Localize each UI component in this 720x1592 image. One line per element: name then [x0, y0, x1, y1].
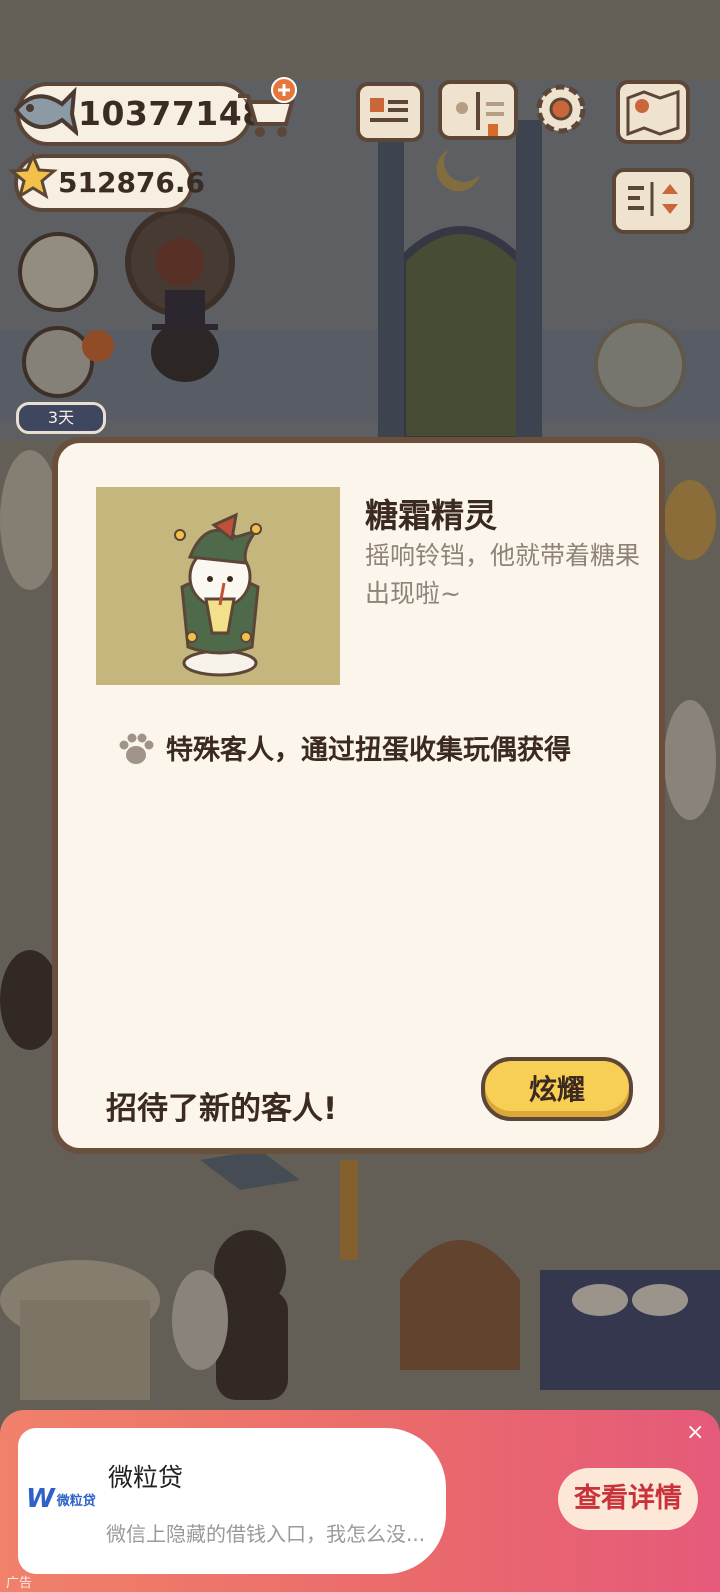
guest-name: 糖霜精灵 — [365, 496, 497, 535]
acquisition-hint: 特殊客人，通过扭蛋收集玩偶获得 — [166, 735, 571, 766]
show-off-button[interactable]: 炫耀 — [481, 1057, 633, 1121]
ad-title: 微粒贷 — [108, 1463, 184, 1492]
catalog-book-button[interactable] — [438, 80, 518, 140]
days-badge: 3天 — [16, 402, 106, 434]
sort-toggle-button[interactable] — [612, 168, 694, 234]
fish-icon — [13, 86, 78, 137]
ad-banner[interactable]: W 微粒贷 微粒贷 微信上隐藏的借钱入口，我怎么没... 查看详情 × 广告 — [0, 1410, 720, 1592]
star-count: 512876.6 — [58, 166, 206, 199]
paw-icon — [119, 733, 154, 764]
profile-card-icon — [370, 98, 408, 122]
new-guest-message: 招待了新的客人! — [106, 1091, 338, 1127]
ad-subtitle: 微信上隐藏的借钱入口，我怎么没... — [106, 1522, 426, 1546]
catalog-book-icon — [456, 92, 504, 138]
ad-card[interactable]: W 微粒贷 微粒贷 微信上隐藏的借钱入口，我怎么没... — [18, 1428, 446, 1574]
ad-logo-mark: W — [26, 1484, 55, 1514]
map-button[interactable] — [616, 80, 690, 144]
star-icon — [8, 152, 58, 200]
ad-close-icon[interactable]: × — [686, 1420, 704, 1445]
sort-toggle-icon — [628, 182, 678, 216]
settings-gear-icon[interactable] — [530, 78, 592, 140]
ad-view-details-button[interactable]: 查看详情 — [558, 1468, 698, 1530]
profile-card-button[interactable] — [356, 82, 424, 142]
cart-add-icon[interactable] — [232, 76, 302, 142]
ad-logo-text: 微粒贷 — [56, 1493, 96, 1509]
new-guest-modal: 糖霜精灵 摇响铃铛，他就带着糖果出现啦~ 特殊客人，通过扭蛋收集玩偶获得 招待了… — [52, 437, 665, 1154]
ad-logo: W 微粒贷 — [26, 1484, 96, 1514]
sugar-frost-sprite-illustration — [174, 512, 262, 677]
ad-label: 广告 — [6, 1576, 33, 1591]
guest-description: 摇响铃铛，他就带着糖果出现啦~ — [365, 541, 641, 608]
map-icon — [626, 89, 680, 137]
guest-portrait — [96, 487, 340, 685]
